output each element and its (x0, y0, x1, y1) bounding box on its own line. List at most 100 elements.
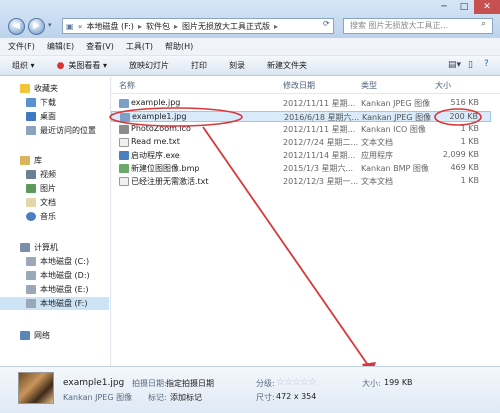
file-type: Kankan BMP 图像 (361, 164, 429, 173)
address-bar[interactable]: ▣ « 本地磁盘 (F:) ▸ 软件包 ▸ 图片无损放大工具正式版 ▸ (62, 18, 334, 34)
taken-date-label: 拍摄日期: (132, 379, 167, 388)
organize-button[interactable]: 组织 ▾ (12, 60, 35, 71)
nav-item-documents[interactable]: 文档 (26, 196, 56, 209)
column-header-size[interactable]: 大小 (435, 80, 451, 91)
nav-label: 图片 (40, 184, 56, 193)
breadcrumb-item[interactable]: 软件包 (146, 21, 170, 32)
drive-icon (26, 285, 36, 294)
file-row[interactable]: Read me.txt 2012/7/24 星期二... 文本文档 1 KB (111, 137, 491, 148)
music-icon (26, 212, 36, 221)
nav-libraries[interactable]: 库 (20, 154, 42, 167)
refresh-icon[interactable]: ⟳ (323, 19, 330, 28)
recent-places-icon (26, 126, 36, 135)
nav-label: 本地磁盘 (D:) (40, 271, 90, 280)
breadcrumb-item[interactable]: 本地磁盘 (F:) (86, 21, 133, 32)
back-button[interactable]: ◀ (8, 18, 25, 35)
documents-icon (26, 198, 36, 207)
nav-label: 网络 (34, 331, 50, 340)
file-row-selected[interactable]: example1.jpg 2016/6/18 星期六... Kankan JPE… (111, 111, 491, 122)
drive-icon (26, 299, 36, 308)
menu-view[interactable]: 查看(V) (86, 41, 114, 52)
slideshow-button[interactable]: 放映幻灯片 (129, 60, 169, 71)
drive-icon (26, 257, 36, 266)
file-row[interactable]: 启动程序.exe 2012/11/14 星期... 应用程序 2,099 KB (111, 150, 491, 161)
nav-item-downloads[interactable]: 下载 (26, 96, 56, 109)
nav-item-pictures[interactable]: 图片 (26, 182, 56, 195)
file-row[interactable]: 已经注册无需激活.txt 2012/12/3 星期一... 文本文档 1 KB (111, 176, 491, 187)
nav-item-music[interactable]: 音乐 (26, 210, 56, 223)
breadcrumb-item[interactable]: 图片无损放大工具正式版 (182, 21, 270, 32)
new-folder-button[interactable]: 新建文件夹 (267, 60, 307, 71)
burn-button[interactable]: 刻录 (229, 60, 245, 71)
menu-bar: 文件(F) 编辑(E) 查看(V) 工具(T) 帮助(H) (0, 38, 500, 56)
maximize-button[interactable]: □ (454, 0, 474, 14)
file-row[interactable]: example.jpg 2012/11/11 星期... Kankan JPEG… (111, 98, 491, 109)
nav-item-videos[interactable]: 视频 (26, 168, 56, 181)
nav-item-drive-d[interactable]: 本地磁盘 (D:) (26, 269, 90, 282)
details-filename: example1.jpg (63, 378, 125, 388)
file-name: 启动程序.exe (131, 151, 180, 160)
file-type: Kankan ICO 图像 (361, 125, 426, 134)
nav-item-drive-c[interactable]: 本地磁盘 (C:) (26, 255, 89, 268)
column-header-date[interactable]: 修改日期 (283, 80, 315, 91)
file-name: PhotoZoom.ico (131, 124, 191, 133)
file-date: 2012/12/3 星期一... (283, 177, 359, 186)
menu-help[interactable]: 帮助(H) (165, 41, 193, 52)
file-size: 1 KB (460, 137, 479, 146)
file-size: 1 KB (460, 176, 479, 185)
tags-value[interactable]: 添加标记 (170, 392, 202, 403)
meitu-icon: ● (56, 61, 65, 71)
minimize-button[interactable]: ─ (434, 0, 454, 14)
download-folder-icon (26, 98, 36, 107)
file-type: Kankan JPEG 图像 (361, 99, 431, 108)
dimensions-label: 尺寸: (256, 393, 275, 402)
file-type: 文本文档 (361, 138, 393, 147)
preview-pane-icon[interactable]: ▯ (468, 60, 473, 70)
view-options-icon[interactable]: ▤▾ (448, 60, 461, 70)
navigation-pane: 收藏夹 下载 桌面 最近访问的位置 库 视频 图片 文档 音乐 计算机 本地磁盘… (0, 77, 111, 367)
search-input[interactable]: 搜索 图片无损放大工具正... (343, 18, 493, 34)
nav-label: 文档 (40, 198, 56, 207)
rating-stars[interactable]: ☆☆☆☆☆ (276, 377, 317, 388)
recent-pages-dropdown[interactable]: ▾ (48, 21, 52, 29)
file-row[interactable]: PhotoZoom.ico 2012/11/11 星期... Kankan IC… (111, 124, 491, 135)
menu-edit[interactable]: 编辑(E) (47, 41, 74, 52)
help-icon[interactable]: ? (484, 59, 489, 69)
menu-tools[interactable]: 工具(T) (126, 41, 153, 52)
menu-file[interactable]: 文件(F) (8, 41, 35, 52)
nav-favorites[interactable]: 收藏夹 (20, 82, 58, 95)
rating-label: 分级: (256, 379, 275, 388)
column-header-name[interactable]: 名称 (119, 80, 135, 91)
file-name: Read me.txt (131, 137, 180, 146)
nav-item-drive-e[interactable]: 本地磁盘 (E:) (26, 283, 89, 296)
nav-item-desktop[interactable]: 桌面 (26, 110, 56, 123)
taken-date-value[interactable]: 指定拍摄日期 (166, 378, 214, 389)
nav-label: 本地磁盘 (F:) (40, 299, 88, 308)
column-header-type[interactable]: 类型 (361, 80, 377, 91)
file-name: 已经注册无需激活.txt (131, 177, 209, 186)
application-icon (119, 151, 129, 160)
nav-computer[interactable]: 计算机 (20, 241, 58, 254)
dimensions-value: 472 x 354 (276, 392, 317, 401)
bitmap-file-icon (119, 164, 129, 173)
file-type: 应用程序 (361, 151, 393, 160)
breadcrumb-chevron-icon: « (77, 21, 83, 31)
search-icon[interactable]: ⌕ (481, 19, 486, 29)
file-row[interactable]: 新建位图图像.bmp 2015/1/3 星期六... Kankan BMP 图像… (111, 163, 491, 174)
nav-label: 本地磁盘 (C:) (40, 257, 90, 266)
nav-network[interactable]: 网络 (20, 329, 50, 342)
text-file-icon (119, 138, 129, 147)
window-controls: ─ □ ✕ (430, 0, 500, 15)
meitu-viewer-button[interactable]: ● 美图看看 ▾ (57, 60, 107, 71)
file-size: 469 KB (450, 163, 479, 172)
size-label: 大小: (362, 379, 381, 388)
forward-button[interactable]: ▶ (28, 18, 45, 35)
icon-file-icon (119, 125, 129, 134)
video-icon (26, 170, 36, 179)
close-button[interactable]: ✕ (474, 0, 500, 14)
nav-label: 最近访问的位置 (40, 126, 96, 135)
nav-item-drive-f[interactable]: 本地磁盘 (F:) (0, 297, 109, 310)
print-button[interactable]: 打印 (191, 60, 207, 71)
nav-label: 视频 (40, 170, 56, 179)
nav-item-recent[interactable]: 最近访问的位置 (26, 124, 96, 137)
